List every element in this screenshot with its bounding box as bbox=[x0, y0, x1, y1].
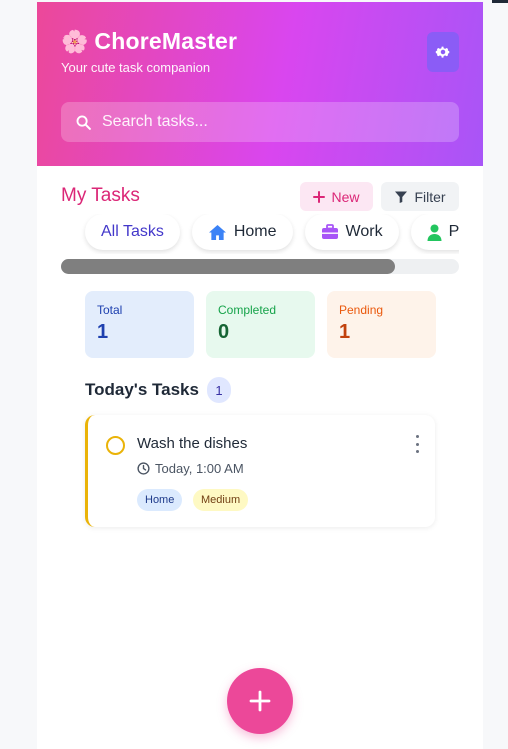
kebab-menu-icon[interactable] bbox=[413, 435, 421, 453]
task-time-text: Today, 1:00 AM bbox=[155, 461, 244, 476]
filter-button[interactable]: Filter bbox=[381, 182, 459, 211]
stat-value: 0 bbox=[218, 321, 230, 343]
new-task-label: New bbox=[331, 188, 360, 205]
filter-label: Filter bbox=[414, 188, 446, 205]
app-subtitle: Your cute task companion bbox=[61, 60, 211, 75]
app-header: 🌸 ChoreMaster Your cute task companion bbox=[37, 2, 483, 166]
app-title: ChoreMaster bbox=[94, 28, 238, 54]
stats-row: Total 1 Completed 0 Pending 1 bbox=[85, 291, 436, 358]
section-title: Today's Tasks bbox=[85, 380, 199, 399]
filter-chip-personal[interactable]: P bbox=[410, 214, 459, 250]
search-input[interactable] bbox=[102, 113, 442, 131]
new-task-button[interactable]: New bbox=[300, 182, 373, 211]
task-priority-tag: Medium bbox=[193, 489, 249, 511]
filter-chip-work[interactable]: Work bbox=[304, 214, 399, 250]
filter-chip-label: Home bbox=[233, 223, 277, 240]
filter-scrollbar-thumb[interactable] bbox=[61, 259, 396, 274]
search-bar[interactable] bbox=[61, 102, 459, 142]
stat-label: Pending bbox=[339, 303, 384, 317]
filter-chip-all[interactable]: All Tasks bbox=[85, 214, 180, 250]
gear-icon bbox=[435, 46, 450, 58]
tasks-toolbar: My Tasks New Filter bbox=[61, 182, 459, 212]
flower-icon: 🌸 bbox=[61, 28, 89, 54]
briefcase-icon bbox=[321, 224, 338, 239]
page-title: My Tasks bbox=[61, 185, 140, 206]
filter-chip-label: P bbox=[448, 223, 459, 240]
stat-completed-card: Completed 0 bbox=[206, 291, 315, 358]
search-icon bbox=[76, 115, 91, 130]
stat-value: 1 bbox=[339, 321, 351, 343]
task-count-badge: 1 bbox=[206, 377, 231, 403]
brand: 🌸 ChoreMaster bbox=[61, 28, 237, 55]
stat-label: Total bbox=[97, 303, 123, 317]
plus-icon bbox=[249, 690, 271, 712]
clock-icon bbox=[137, 462, 150, 475]
category-filter-bar: All Tasks Home Work P bbox=[61, 214, 459, 254]
todays-tasks-header: Today's Tasks 1 bbox=[85, 377, 231, 403]
filter-scrollbar[interactable] bbox=[61, 259, 459, 274]
task-due-time: Today, 1:00 AM bbox=[137, 461, 244, 476]
plus-icon bbox=[313, 190, 326, 203]
funnel-icon bbox=[395, 191, 408, 203]
filter-chip-home[interactable]: Home bbox=[191, 214, 293, 250]
task-card[interactable]: Wash the dishes Today, 1:00 AM Home Medi… bbox=[85, 415, 435, 527]
filter-chip-label: Work bbox=[345, 223, 383, 240]
add-task-fab[interactable] bbox=[227, 668, 293, 734]
task-title: Wash the dishes bbox=[137, 435, 248, 452]
window-edge-mark bbox=[492, 0, 508, 3]
person-icon bbox=[427, 224, 442, 241]
stat-total-card: Total 1 bbox=[85, 291, 194, 358]
stat-pending-card: Pending 1 bbox=[327, 291, 436, 358]
stat-value: 1 bbox=[97, 321, 109, 343]
home-icon bbox=[208, 224, 226, 240]
filter-chip-label: All Tasks bbox=[101, 223, 164, 240]
task-complete-checkbox[interactable] bbox=[106, 436, 125, 455]
stat-label: Completed bbox=[218, 303, 277, 317]
settings-button[interactable] bbox=[427, 32, 459, 72]
app-container: 🌸 ChoreMaster Your cute task companion M… bbox=[37, 2, 483, 749]
task-category-tag: Home bbox=[137, 489, 183, 511]
